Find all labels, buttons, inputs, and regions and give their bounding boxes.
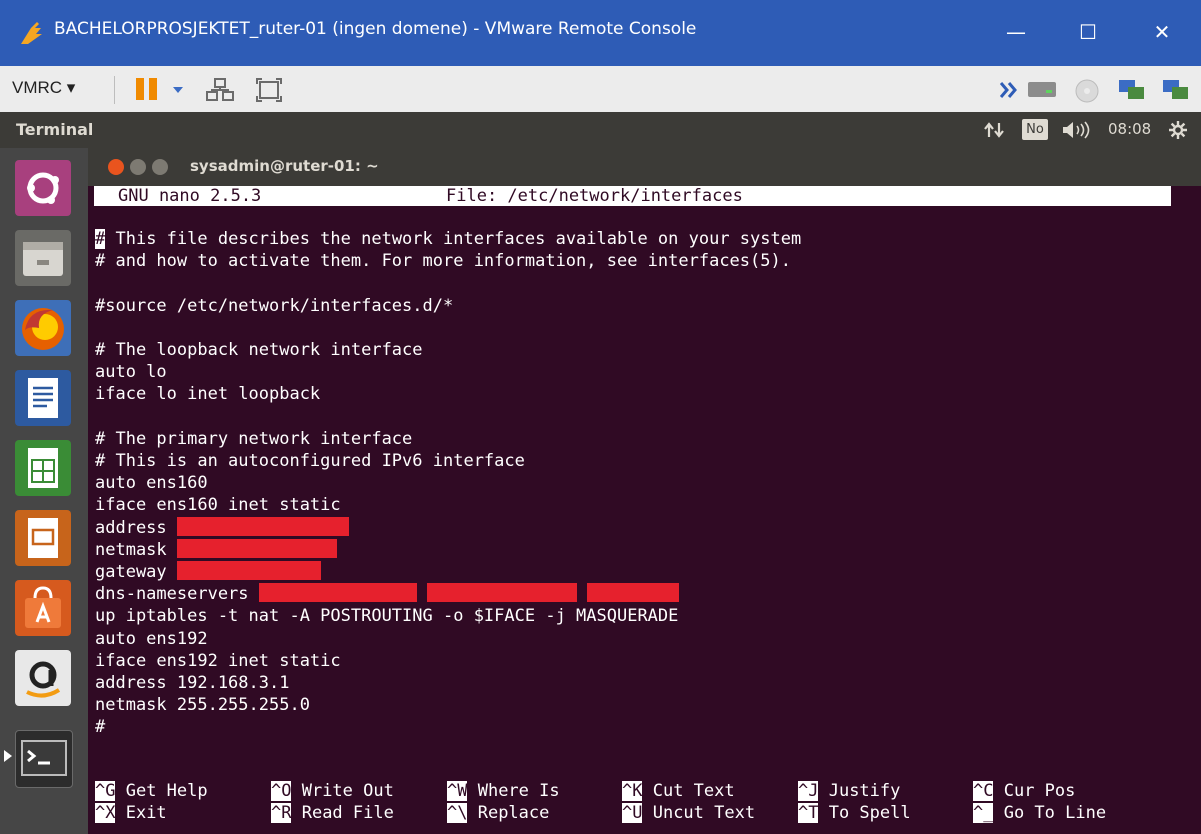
ubuntu-dash-icon[interactable] [15, 160, 71, 216]
chevron-down-icon: ▾ [66, 78, 76, 97]
active-app-name: Terminal [16, 120, 94, 139]
vmrc-toolbar: VMRC ▾ [0, 66, 1201, 113]
vmware-logo-icon [21, 22, 42, 44]
shortcut-write-out[interactable]: ^O Write Out [271, 780, 394, 802]
file-line: iface ens192 inet static [95, 650, 341, 671]
nano-title-bar: GNU nano 2.5.3 File: /etc/network/interf… [94, 186, 1171, 206]
network-updown-icon[interactable] [984, 122, 1004, 138]
file-line: auto ens160 [95, 473, 208, 494]
file-line: address 192.168.3.1 [95, 673, 290, 694]
shortcut-cut-text[interactable]: ^K Cut Text [622, 780, 735, 802]
terminal-close-button[interactable] [108, 159, 124, 175]
writer-icon[interactable] [15, 370, 71, 426]
terminal-title: sysadmin@ruter-01: ~ [190, 157, 379, 175]
shortcut-go-to-line[interactable]: ^_ Go To Line [973, 802, 1106, 824]
nano-file-name: File: /etc/network/interfaces [446, 186, 743, 206]
file-line: netmask [95, 539, 177, 560]
hard-disk-icon[interactable] [1026, 78, 1058, 100]
maximize-button[interactable]: ☐ [1065, 12, 1111, 52]
toolbar-divider [114, 76, 115, 104]
file-line: # and how to activate them. For more inf… [95, 251, 791, 272]
shortcut-where-is[interactable]: ^W Where Is [447, 780, 560, 802]
redacted-dns-3 [587, 583, 680, 603]
file-line: #source /etc/network/interfaces.d/* [95, 295, 454, 316]
text-cursor: # [95, 229, 106, 249]
close-button[interactable]: ✕ [1139, 12, 1185, 52]
ubuntu-launcher [0, 148, 88, 834]
impress-icon[interactable] [15, 510, 71, 566]
file-line: gateway [95, 562, 177, 583]
clock[interactable]: 08:08 [1108, 120, 1151, 138]
file-line: address [95, 517, 177, 538]
shortcut-justify[interactable]: ^J Justify [798, 780, 900, 802]
firefox-icon[interactable] [15, 300, 71, 356]
volume-icon[interactable] [1062, 121, 1094, 139]
redacted-address [176, 516, 349, 536]
ubuntu-top-panel: Terminal No 08:08 [0, 112, 1201, 148]
cd-drive-icon[interactable] [1074, 78, 1100, 104]
amazon-icon[interactable] [15, 650, 71, 706]
keyboard-layout-badge[interactable]: No [1022, 119, 1048, 140]
pause-dropdown-icon[interactable] [172, 86, 184, 94]
file-line: dns-nameservers [95, 584, 259, 605]
terminal-minimize-button[interactable] [130, 159, 146, 175]
file-contents[interactable]: # This file describes the network interf… [95, 228, 801, 739]
terminal-content[interactable]: GNU nano 2.5.3 File: /etc/network/interf… [88, 186, 1201, 834]
active-app-indicator-icon [4, 750, 12, 762]
window-title: BACHELORPROSJEKTET_ruter-01 (ingen domen… [54, 19, 697, 39]
pause-icon[interactable] [136, 78, 158, 100]
files-icon[interactable] [15, 230, 71, 286]
shortcut-read-file[interactable]: ^R Read File [271, 802, 394, 824]
file-line: iface lo inet loopback [95, 384, 321, 405]
file-line: auto lo [95, 362, 167, 383]
shortcut-uncut-text[interactable]: ^U Uncut Text [622, 802, 755, 824]
network-adapter-2-icon[interactable] [1162, 78, 1190, 102]
software-center-icon[interactable] [15, 580, 71, 636]
calc-icon[interactable] [15, 440, 71, 496]
shortcut-to-spell[interactable]: ^T To Spell [798, 802, 911, 824]
terminal-window-header: sysadmin@ruter-01: ~ [88, 148, 1201, 186]
redacted-gateway [176, 561, 321, 581]
fullscreen-icon[interactable] [256, 78, 282, 102]
network-devices-icon[interactable] [206, 78, 234, 102]
file-line: This file describes the network interfac… [105, 229, 802, 249]
file-line: iface ens160 inet static [95, 495, 341, 516]
shortcut-cur-pos[interactable]: ^C Cur Pos [973, 780, 1075, 802]
shortcut-get-help[interactable]: ^G Get Help [95, 780, 208, 802]
vmrc-menu-button[interactable]: VMRC ▾ [12, 78, 75, 98]
file-line: up iptables -t nat -A POSTROUTING -o $IF… [95, 606, 679, 627]
more-devices-icon[interactable] [1000, 82, 1018, 98]
minimize-button[interactable]: — [993, 12, 1039, 52]
redacted-dns-1 [258, 583, 417, 603]
file-line: # [95, 717, 106, 738]
file-line: # The primary network interface [95, 428, 413, 449]
vmrc-menu-label: VMRC [12, 78, 63, 97]
terminal-icon[interactable] [15, 730, 73, 788]
file-line: # The loopback network interface [95, 340, 423, 361]
nano-shortcut-bar: ^G Get Help ^O Write Out ^W Where Is ^K … [95, 780, 1195, 828]
redacted-dns-2 [427, 583, 578, 603]
file-line: netmask 255.255.255.0 [95, 695, 310, 716]
nano-version: GNU nano 2.5.3 [118, 186, 262, 206]
settings-gear-icon[interactable] [1168, 120, 1188, 140]
shortcut-replace[interactable]: ^\ Replace [447, 802, 549, 824]
shortcut-exit[interactable]: ^X Exit [95, 802, 167, 824]
redacted-netmask [176, 538, 337, 558]
network-adapter-icon[interactable] [1118, 78, 1146, 102]
terminal-maximize-button[interactable] [152, 159, 168, 175]
vmware-titlebar: BACHELORPROSJEKTET_ruter-01 (ingen domen… [0, 0, 1201, 66]
file-line: auto ens192 [95, 628, 208, 649]
file-line: # This is an autoconfigured IPv6 interfa… [95, 451, 525, 472]
